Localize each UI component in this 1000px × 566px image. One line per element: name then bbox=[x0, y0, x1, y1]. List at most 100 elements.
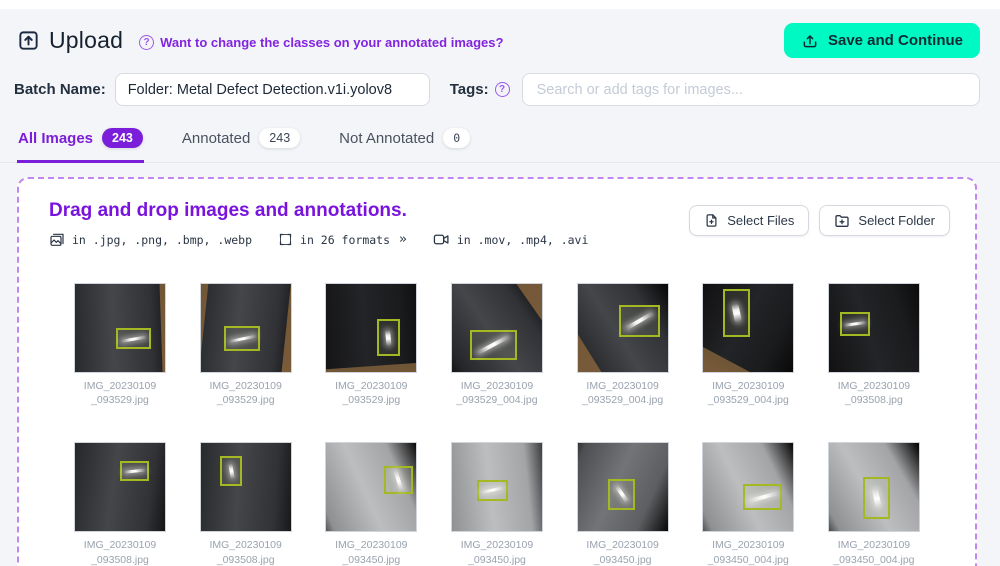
tags-label: Tags: bbox=[450, 81, 489, 98]
image-filename: IMG_20230109_093529_004.jpg bbox=[702, 379, 794, 407]
image-thumbnail[interactable] bbox=[451, 283, 543, 373]
filename-line2: _093508.jpg bbox=[828, 393, 920, 407]
filename-line2: _093529_004.jpg bbox=[451, 393, 543, 407]
image-thumbnail[interactable] bbox=[828, 283, 920, 373]
tags-input[interactable] bbox=[522, 73, 980, 106]
annotation-bbox bbox=[470, 330, 517, 360]
image-thumbnail[interactable] bbox=[325, 283, 417, 373]
image-thumbnail[interactable] bbox=[325, 442, 417, 532]
change-classes-help-link[interactable]: ? Want to change the classes on your ann… bbox=[139, 35, 503, 50]
image-card: IMG_20230109_093529.jpg bbox=[325, 283, 417, 407]
image-thumbnail[interactable] bbox=[74, 442, 166, 532]
image-thumbnail[interactable] bbox=[200, 283, 292, 373]
filename-line1: IMG_20230109 bbox=[325, 379, 417, 393]
filename-line2: _093450.jpg bbox=[577, 553, 669, 566]
dropzone[interactable]: Drag and drop images and annotations. in… bbox=[17, 177, 977, 566]
page-header: Upload ? Want to change the classes on y… bbox=[0, 9, 1000, 58]
image-thumbnail[interactable] bbox=[577, 442, 669, 532]
folder-plus-icon bbox=[834, 213, 850, 229]
filename-line2: _093529.jpg bbox=[74, 393, 166, 407]
metal-bar-texture bbox=[325, 283, 417, 373]
filename-line2: _093508.jpg bbox=[200, 553, 292, 566]
filename-line2: _093450_004.jpg bbox=[702, 553, 794, 566]
select-files-button[interactable]: Select Files bbox=[689, 205, 809, 236]
image-filename: IMG_20230109_093529_004.jpg bbox=[451, 379, 543, 407]
image-filename: IMG_20230109_093529.jpg bbox=[200, 379, 292, 407]
image-filename: IMG_20230109_093529_004.jpg bbox=[577, 379, 669, 407]
batch-name-input[interactable] bbox=[115, 73, 430, 106]
image-card: IMG_20230109_093450.jpg bbox=[451, 442, 543, 566]
image-filename: IMG_20230109_093508.jpg bbox=[200, 538, 292, 566]
image-card: IMG_20230109_093529_004.jpg bbox=[451, 283, 543, 407]
tab-count-badge: 243 bbox=[102, 128, 143, 148]
annotation-bbox bbox=[840, 312, 871, 336]
batch-tags-row: Batch Name: Tags: ? bbox=[0, 58, 1000, 106]
filename-line2: _093529_004.jpg bbox=[702, 393, 794, 407]
save-button-label: Save and Continue bbox=[828, 32, 963, 49]
annotation-bbox bbox=[220, 456, 242, 486]
image-card: IMG_20230109_093450_004.jpg bbox=[702, 442, 794, 566]
image-card: IMG_20230109_093508.jpg bbox=[828, 283, 920, 407]
save-and-continue-button[interactable]: Save and Continue bbox=[784, 23, 980, 58]
image-thumbnail[interactable] bbox=[577, 283, 669, 373]
defect-scratch bbox=[124, 469, 145, 474]
tab-label: Annotated bbox=[182, 130, 250, 147]
filename-line1: IMG_20230109 bbox=[74, 538, 166, 552]
image-thumbnail[interactable] bbox=[74, 283, 166, 373]
annotation-bbox bbox=[224, 326, 260, 351]
image-card: IMG_20230109_093508.jpg bbox=[200, 442, 292, 566]
image-thumbnail[interactable] bbox=[200, 442, 292, 532]
image-thumbnail[interactable] bbox=[702, 442, 794, 532]
defect-scratch bbox=[393, 470, 403, 491]
dropzone-title: Drag and drop images and annotations. bbox=[49, 200, 588, 222]
annotation-bbox bbox=[377, 319, 400, 356]
tab-label: Not Annotated bbox=[339, 130, 434, 147]
defect-scratch bbox=[625, 311, 654, 331]
filename-line1: IMG_20230109 bbox=[702, 379, 794, 393]
tab-count-badge: 243 bbox=[259, 128, 300, 148]
help-link-label: Want to change the classes on your annot… bbox=[160, 35, 503, 50]
image-grid: IMG_20230109_093529.jpgIMG_20230109_0935… bbox=[19, 283, 975, 566]
image-card: IMG_20230109_093450_004.jpg bbox=[828, 442, 920, 566]
defect-scratch bbox=[844, 321, 867, 327]
page-title: Upload bbox=[49, 27, 123, 54]
defect-scratch bbox=[731, 303, 742, 323]
tags-question-circle-icon[interactable]: ? bbox=[495, 82, 510, 97]
filename-line1: IMG_20230109 bbox=[451, 379, 543, 393]
filename-line1: IMG_20230109 bbox=[828, 538, 920, 552]
filename-line1: IMG_20230109 bbox=[577, 538, 669, 552]
image-filename: IMG_20230109_093450_004.jpg bbox=[828, 538, 920, 566]
image-thumbnail[interactable] bbox=[702, 283, 794, 373]
image-filename: IMG_20230109_093450.jpg bbox=[451, 538, 543, 566]
tab-all-images[interactable]: All Images243 bbox=[17, 122, 144, 163]
image-filename: IMG_20230109_093450_004.jpg bbox=[702, 538, 794, 566]
tab-annotated[interactable]: Annotated 243 bbox=[181, 122, 301, 163]
image-card: IMG_20230109_093529_004.jpg bbox=[577, 283, 669, 407]
format-text: in .mov, .mp4, .avi bbox=[457, 233, 589, 247]
image-thumbnail[interactable] bbox=[451, 442, 543, 532]
select-files-label: Select Files bbox=[727, 213, 794, 228]
defect-scratch bbox=[229, 334, 256, 343]
format-text: in 26 formats bbox=[300, 233, 390, 247]
image-card: IMG_20230109_093529.jpg bbox=[200, 283, 292, 407]
brown-backing-strip bbox=[158, 283, 166, 373]
defect-scratch bbox=[477, 334, 511, 355]
filename-line1: IMG_20230109 bbox=[325, 538, 417, 552]
filename-line2: _093450.jpg bbox=[451, 553, 543, 566]
format-chip: in 26 formats » bbox=[278, 232, 407, 247]
batch-name-label: Batch Name: bbox=[14, 81, 106, 98]
brown-backing-strip bbox=[279, 283, 292, 373]
filename-line2: _093450.jpg bbox=[325, 553, 417, 566]
annotation-bbox bbox=[619, 305, 660, 337]
image-card: IMG_20230109_093508.jpg bbox=[74, 442, 166, 566]
tab-count-badge: 0 bbox=[443, 128, 470, 148]
image-thumbnail[interactable] bbox=[828, 442, 920, 532]
image-card: IMG_20230109_093450.jpg bbox=[577, 442, 669, 566]
tab-not-annotated[interactable]: Not Annotated 0 bbox=[338, 122, 471, 163]
brown-backing-strip bbox=[200, 283, 213, 373]
double-chevron-right-icon[interactable]: » bbox=[399, 232, 407, 247]
filename-line1: IMG_20230109 bbox=[451, 538, 543, 552]
select-folder-button[interactable]: Select Folder bbox=[819, 205, 950, 236]
annotation-bbox bbox=[116, 328, 150, 349]
defect-scratch bbox=[121, 335, 146, 342]
